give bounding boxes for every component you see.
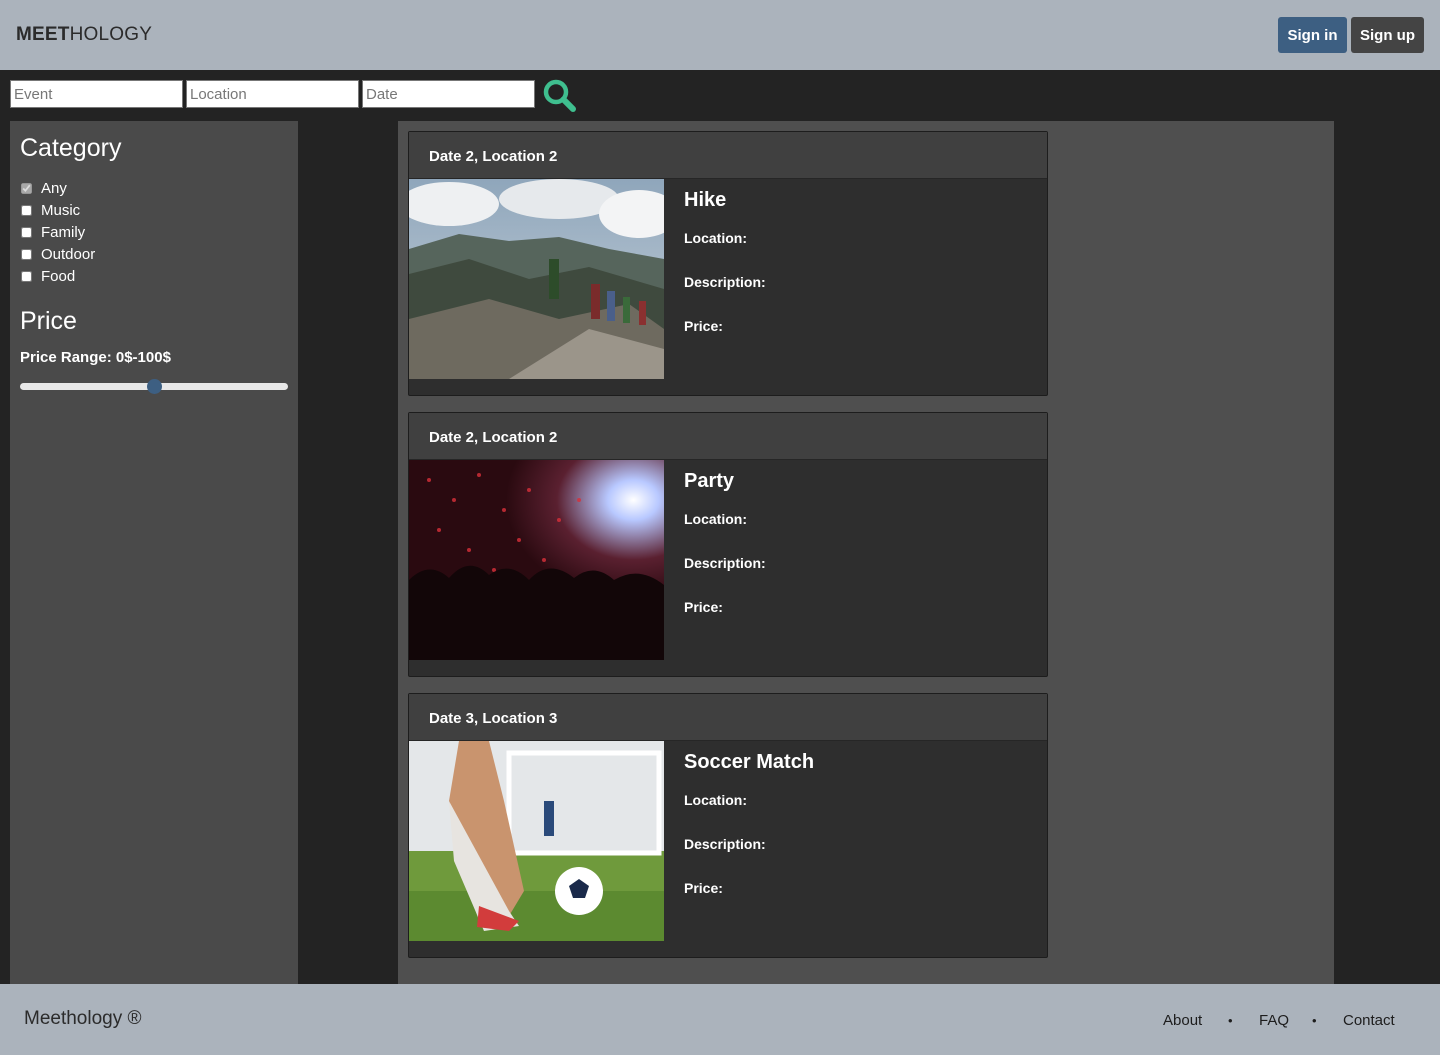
category-checkbox-music[interactable]: [21, 204, 32, 216]
category-list: Any Music Family Outdoor Food: [20, 177, 288, 287]
event-search-input[interactable]: [10, 80, 183, 108]
event-card[interactable]: Date 2, Location 2 Hike Location: Descri…: [408, 131, 1048, 396]
event-card-header: Date 3, Location 3: [409, 694, 1047, 741]
site-footer: Meethology ® About • FAQ • Contact: [0, 984, 1440, 1055]
event-card-body: Soccer Match Location: Description: Pric…: [684, 751, 814, 924]
category-item-food[interactable]: Food: [20, 265, 288, 287]
event-card-header: Date 2, Location 2: [409, 413, 1047, 460]
event-price-label: Price:: [684, 599, 723, 615]
footer-link-contact[interactable]: Contact: [1343, 1012, 1395, 1029]
location-search-input[interactable]: [186, 80, 359, 108]
event-list: Date 2, Location 2 Hike Location: Descri…: [398, 121, 1334, 984]
search-button[interactable]: [542, 78, 578, 112]
category-checkbox-family[interactable]: [21, 226, 32, 238]
soccer-photo: [409, 741, 664, 941]
category-item-any[interactable]: Any: [20, 177, 288, 199]
search-icon: [543, 79, 576, 112]
sign-up-button[interactable]: Sign up: [1351, 17, 1424, 53]
category-heading: Category: [20, 134, 122, 162]
site-logo[interactable]: MEETHOLOGY: [16, 24, 152, 46]
price-range-label: Price Range: 0$-100$: [20, 349, 171, 366]
category-item-family[interactable]: Family: [20, 221, 288, 243]
price-slider-handle[interactable]: [147, 379, 162, 394]
event-title[interactable]: Party: [684, 470, 766, 493]
event-location-label: Location:: [684, 511, 747, 527]
sign-in-button[interactable]: Sign in: [1278, 17, 1347, 53]
footer-separator: •: [1312, 1013, 1317, 1028]
event-price-label: Price:: [684, 880, 723, 896]
event-card-header: Date 2, Location 2: [409, 132, 1047, 179]
event-card[interactable]: Date 2, Location 2 Party Location: Descr…: [408, 412, 1048, 677]
site-header: MEETHOLOGY Sign in Sign up: [0, 0, 1440, 70]
category-checkbox-food[interactable]: [21, 270, 32, 282]
concert-photo: [409, 460, 664, 660]
category-checkbox-any[interactable]: [21, 182, 32, 194]
filter-sidebar: Category Any Music Family Outdoor Food P…: [10, 121, 298, 984]
event-description-label: Description:: [684, 274, 766, 290]
event-title[interactable]: Soccer Match: [684, 751, 814, 774]
footer-copyright: Meethology ®: [24, 1008, 142, 1029]
footer-link-about[interactable]: About: [1163, 1012, 1202, 1029]
event-description-label: Description:: [684, 836, 766, 852]
category-item-music[interactable]: Music: [20, 199, 288, 221]
hike-photo: [409, 179, 664, 379]
event-title[interactable]: Hike: [684, 189, 766, 212]
event-card-body: Hike Location: Description: Price:: [684, 189, 766, 362]
category-checkbox-outdoor[interactable]: [21, 248, 32, 260]
event-card-body: Party Location: Description: Price:: [684, 470, 766, 643]
event-description-label: Description:: [684, 555, 766, 571]
price-heading: Price: [20, 307, 77, 335]
event-price-label: Price:: [684, 318, 723, 334]
footer-link-faq[interactable]: FAQ: [1259, 1012, 1289, 1029]
event-location-label: Location:: [684, 792, 747, 808]
event-location-label: Location:: [684, 230, 747, 246]
footer-separator: •: [1228, 1013, 1233, 1028]
category-item-outdoor[interactable]: Outdoor: [20, 243, 288, 265]
date-search-input[interactable]: [362, 80, 535, 108]
event-card[interactable]: Date 3, Location 3 Soccer Match Location…: [408, 693, 1048, 958]
price-slider[interactable]: [20, 379, 288, 394]
